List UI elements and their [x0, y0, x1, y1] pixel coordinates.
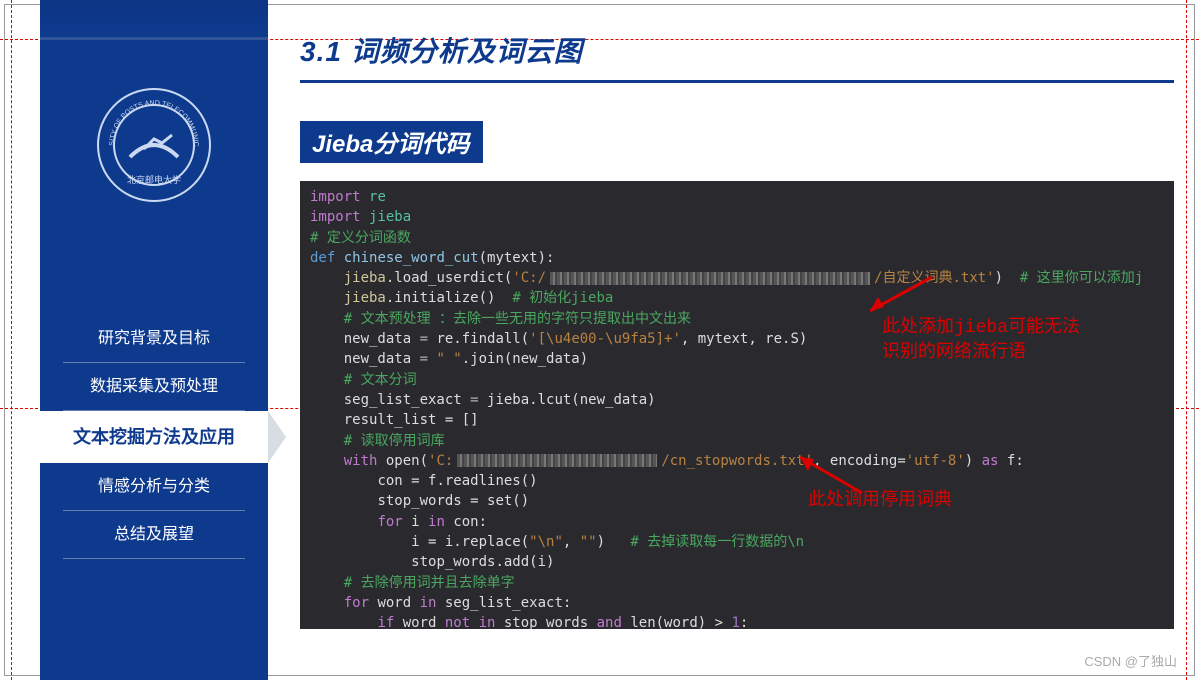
- section-title: 3.1 词频分析及词云图: [300, 30, 1174, 70]
- nav-item-summary[interactable]: 总结及展望: [63, 511, 245, 559]
- nav-list: 研究背景及目标 数据采集及预处理 文本挖掘方法及应用 情感分析与分类 总结及展望: [40, 315, 268, 559]
- nav-item-background[interactable]: 研究背景及目标: [63, 315, 245, 363]
- code-block: import re import jieba # 定义分词函数 def chin…: [300, 181, 1174, 629]
- sidebar: UNIVERSITY OF POSTS AND TELECOMMUNICATIO…: [40, 0, 268, 680]
- redacted-path-icon: [550, 272, 870, 285]
- svg-text:UNIVERSITY OF POSTS AND TELECO: UNIVERSITY OF POSTS AND TELECOMMUNICATIO…: [94, 85, 199, 147]
- redacted-path-icon: [457, 454, 657, 467]
- svg-text:北京邮电大学: 北京邮电大学: [127, 174, 181, 185]
- nav-active-pointer-icon: [268, 411, 286, 463]
- nav-item-sentiment[interactable]: 情感分析与分类: [63, 463, 245, 511]
- main-content: 3.1 词频分析及词云图 Jieba分词代码 import re import …: [300, 30, 1174, 660]
- university-seal-icon: UNIVERSITY OF POSTS AND TELECOMMUNICATIO…: [94, 85, 214, 205]
- subtitle-badge: Jieba分词代码: [300, 121, 483, 163]
- watermark: CSDN @了独山: [1084, 651, 1177, 670]
- nav-item-text-mining[interactable]: 文本挖掘方法及应用: [40, 411, 268, 463]
- nav-item-data-collection[interactable]: 数据采集及预处理: [63, 363, 245, 411]
